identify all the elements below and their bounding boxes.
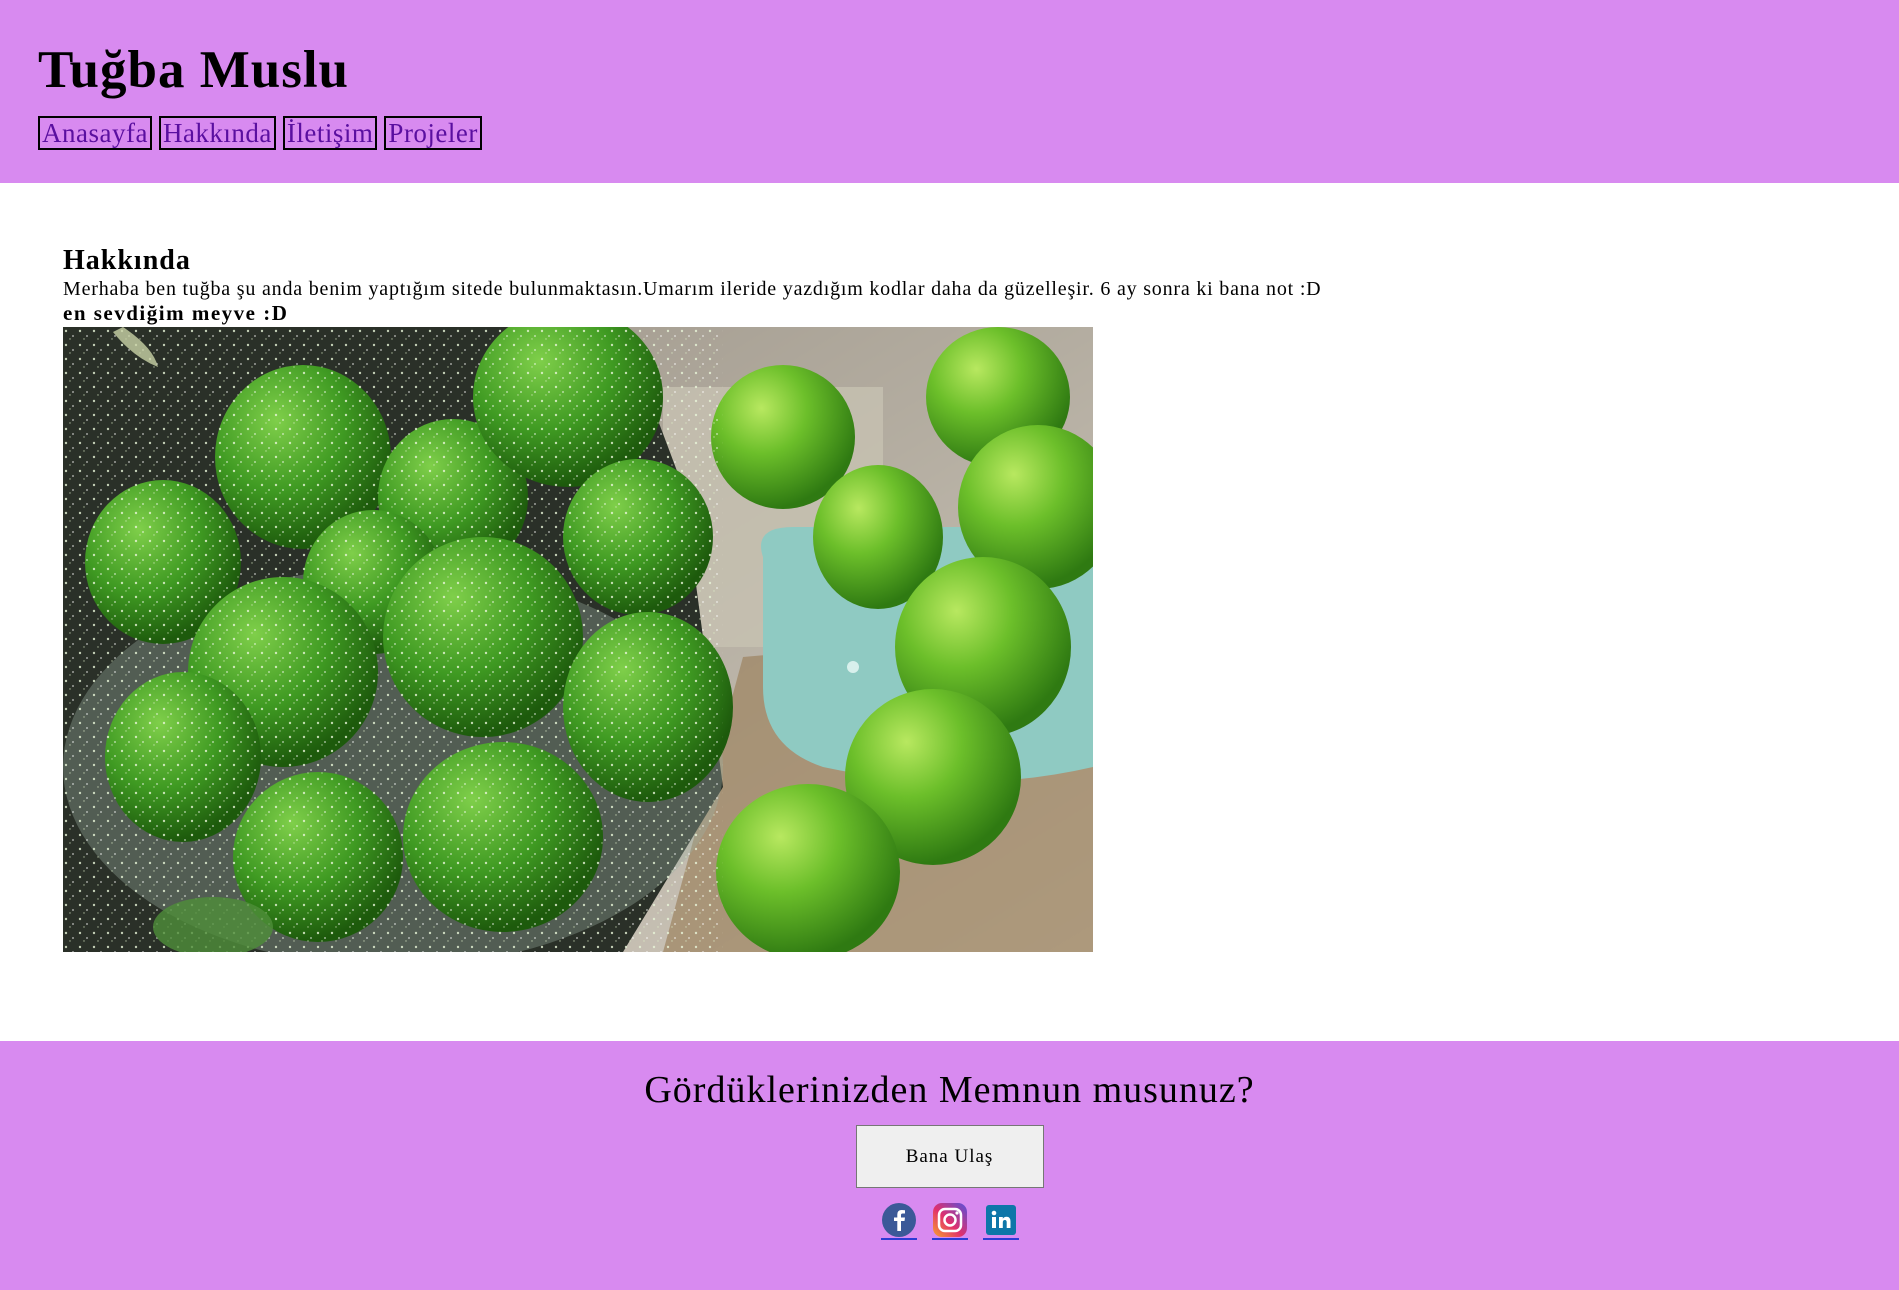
main-content: Hakkında Merhaba ben tuğba şu anda benim… bbox=[0, 183, 1899, 1041]
green-plums-image bbox=[63, 327, 1093, 952]
site-header: Tuğba Muslu Anasayfa Hakkında İletişim P… bbox=[0, 0, 1899, 183]
social-links bbox=[0, 1202, 1899, 1240]
nav-link-home[interactable]: Anasayfa bbox=[38, 116, 152, 150]
nav-link-contact[interactable]: İletişim bbox=[282, 116, 378, 150]
instagram-icon bbox=[932, 1203, 967, 1237]
facebook-icon bbox=[881, 1203, 916, 1237]
linkedin-icon bbox=[985, 1205, 1016, 1235]
contact-button[interactable]: Bana Ulaş bbox=[855, 1125, 1044, 1188]
site-title: Tuğba Muslu bbox=[38, 41, 350, 99]
facebook-link[interactable] bbox=[880, 1202, 917, 1240]
favorite-fruit-heading: en sevdiğim meyve :D bbox=[63, 301, 289, 325]
instagram-link[interactable] bbox=[931, 1202, 968, 1240]
about-heading: Hakkında bbox=[63, 245, 191, 276]
nav-link-about[interactable]: Hakkında bbox=[158, 116, 276, 150]
nav-link-projects[interactable]: Projeler bbox=[384, 116, 482, 150]
linkedin-link[interactable] bbox=[982, 1202, 1019, 1240]
site-footer: Gördüklerinizden Memnun musunuz? Bana Ul… bbox=[0, 1041, 1899, 1290]
about-text: Merhaba ben tuğba şu anda benim yaptığım… bbox=[63, 278, 1322, 300]
main-nav: Anasayfa Hakkında İletişim Projeler bbox=[38, 116, 1899, 150]
footer-question: Gördüklerinizden Memnun musunuz? bbox=[644, 1069, 1255, 1111]
